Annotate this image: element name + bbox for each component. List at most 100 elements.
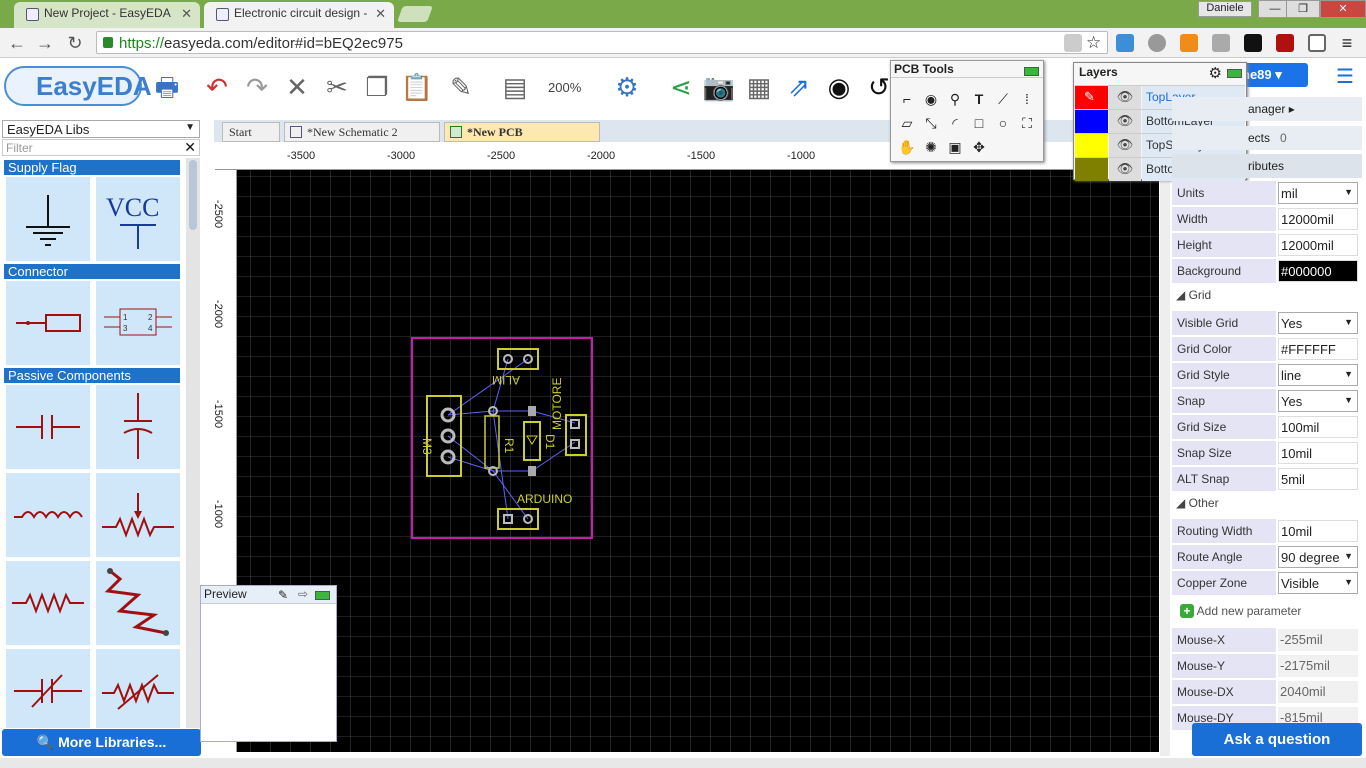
easyeda-logo[interactable]: EasyEDA [4, 66, 152, 106]
via-tool-icon[interactable]: ⚲ [945, 89, 965, 109]
steam-icon[interactable]: ◉ [822, 70, 856, 104]
height-input[interactable]: 12000mil [1278, 234, 1358, 256]
cast-icon[interactable] [1308, 34, 1326, 52]
settings-gear-icon[interactable]: ⚙ [610, 70, 644, 104]
snap-size-input[interactable]: 10mil [1278, 442, 1358, 464]
select-area-icon[interactable]: ⛶ [1017, 113, 1037, 133]
minimize-panel-icon[interactable] [315, 591, 330, 600]
route-angle-select[interactable]: 90 degree [1278, 546, 1358, 568]
export-icon[interactable]: ⇗ [782, 70, 816, 104]
canvas-scrollbar[interactable] [1160, 146, 1170, 756]
image-tool-icon[interactable]: ▣ [945, 137, 965, 157]
paste-icon[interactable]: 📋 [400, 70, 434, 104]
scrollbar-thumb[interactable] [189, 160, 197, 230]
layer-color-swatch[interactable] [1075, 110, 1108, 133]
ratline-tool-icon[interactable]: ⤡ [921, 113, 941, 133]
line-tool-icon[interactable]: ⟋ [993, 89, 1013, 109]
capacitor-symbol[interactable] [6, 385, 90, 469]
visibility-eye-icon[interactable]: 👁 [1109, 134, 1141, 157]
copper-zone-select[interactable]: Visible [1278, 572, 1358, 594]
reload-icon[interactable]: ↻ [64, 33, 86, 54]
extension-icon[interactable] [1212, 34, 1230, 52]
pad-tool-icon[interactable]: ◉ [921, 89, 941, 109]
translate-icon[interactable] [1064, 34, 1082, 52]
minimize-panel-icon[interactable] [1227, 69, 1242, 78]
arc-tool-icon[interactable]: ◜ [945, 113, 965, 133]
layer-color-swatch[interactable] [1075, 158, 1108, 181]
add-parameter-link[interactable]: + Add new parameter [1174, 601, 1360, 621]
printer-icon[interactable]: 🖶 [150, 70, 184, 104]
category-supply-flag[interactable]: Supply Flag [4, 160, 180, 175]
grid-color-input[interactable]: #FFFFFF [1278, 338, 1358, 360]
wire-tool-icon[interactable]: ✕ [280, 70, 314, 104]
browser-user-badge[interactable]: Daniele [1198, 1, 1252, 17]
variable-resistor-symbol[interactable] [96, 649, 180, 728]
tab-new-pcb[interactable]: *New PCB [444, 122, 600, 142]
rss-icon[interactable] [1180, 34, 1198, 52]
other-section-header[interactable]: ◢ Other [1174, 493, 1360, 513]
inductor-symbol[interactable] [6, 473, 90, 557]
extension-icon[interactable] [1116, 34, 1134, 52]
track-tool-icon[interactable]: ⌐ [897, 89, 917, 109]
hole-tool-icon[interactable]: ✺ [921, 137, 941, 157]
visibility-eye-icon[interactable]: 👁 [1109, 86, 1141, 109]
more-libraries-button[interactable]: 🔍 More Libraries... [2, 729, 201, 756]
address-bar[interactable]: https://easyeda.com/editor#id=bEQ2ec975 [96, 31, 1108, 54]
tab-new-schematic-2[interactable]: *New Schematic 2 [284, 122, 440, 142]
grid-style-select[interactable]: line [1278, 364, 1358, 386]
close-tab-icon[interactable]: ✕ [181, 6, 192, 22]
origin-tool-icon[interactable]: ✥ [969, 137, 989, 157]
text-tool-icon[interactable]: T [969, 89, 989, 109]
gear-icon[interactable]: ⚙ [1209, 64, 1222, 82]
variable-capacitor-symbol[interactable] [6, 649, 90, 728]
ask-question-button[interactable]: Ask a question [1192, 723, 1362, 756]
forward-icon[interactable]: → [34, 33, 56, 54]
undo-icon[interactable]: ↶ [200, 70, 234, 104]
maximize-window-button[interactable]: ❐ [1286, 0, 1320, 18]
potentiometer-symbol[interactable] [96, 473, 180, 557]
extension-icon[interactable] [1148, 34, 1166, 52]
layer-color-swatch[interactable] [1075, 134, 1108, 157]
polarized-capacitor-symbol[interactable] [96, 385, 180, 469]
zoom-select[interactable]: 200% [548, 80, 581, 95]
back-icon[interactable]: ← [6, 33, 28, 54]
cut-icon[interactable]: ✂ [320, 70, 354, 104]
rect-tool-icon[interactable]: □ [969, 113, 989, 133]
design-manager-button[interactable]: anager ▸ [1172, 97, 1362, 121]
snap-select[interactable]: Yes [1278, 390, 1358, 412]
browser-tab-new-project[interactable]: New Project - EasyEDA ✕ [14, 2, 200, 28]
pcb-canvas[interactable]: M3 ALIM MOTORE R1 D1 ARDUINO [237, 170, 1159, 752]
menu-icon[interactable]: ≡ [1338, 34, 1356, 52]
bom-icon[interactable]: ▦ [742, 70, 776, 104]
edit-pencil-icon[interactable]: ✎ [278, 588, 288, 602]
copper-area-icon[interactable]: ▱ [897, 113, 917, 133]
circle-tool-icon[interactable]: ○ [993, 113, 1013, 133]
pan-hand-icon[interactable]: ✋ [897, 137, 917, 157]
new-tab-button[interactable] [397, 6, 433, 22]
alt-snap-input[interactable]: 5mil [1278, 468, 1358, 490]
tab-start[interactable]: Start [222, 122, 280, 142]
layer-color-swatch[interactable]: ✎ [1075, 86, 1108, 109]
ground-symbol[interactable] [6, 177, 90, 261]
extension-icon[interactable] [1244, 34, 1262, 52]
close-tab-icon[interactable]: ✕ [375, 6, 386, 22]
format-painter-icon[interactable]: ✎ [444, 70, 478, 104]
close-window-button[interactable]: ✕ [1320, 0, 1366, 18]
align-icon[interactable]: ▤ [498, 70, 532, 104]
units-select[interactable]: mil [1278, 182, 1358, 204]
width-input[interactable]: 12000mil [1278, 208, 1358, 230]
connector-single-symbol[interactable] [6, 281, 90, 365]
redo-icon[interactable]: ↷ [240, 70, 274, 104]
minimize-panel-icon[interactable] [1024, 67, 1039, 76]
visibility-eye-icon[interactable]: 👁 [1109, 110, 1141, 133]
library-filter-input[interactable]: Filter ✕ [2, 139, 200, 156]
connector-dual-symbol[interactable]: 1 3 2 4 [96, 281, 180, 365]
dimension-tool-icon[interactable]: ⁞ [1017, 89, 1037, 109]
camera-icon[interactable]: 📷 [702, 70, 736, 104]
view-menu-icon[interactable]: ☰ [1328, 60, 1362, 94]
category-connector[interactable]: Connector [4, 264, 180, 279]
grid-size-input[interactable]: 100mil [1278, 416, 1358, 438]
arrow-right-icon[interactable]: ⇨ [298, 587, 308, 601]
resistor-symbol[interactable] [6, 561, 90, 645]
clear-filter-icon[interactable]: ✕ [184, 139, 196, 156]
